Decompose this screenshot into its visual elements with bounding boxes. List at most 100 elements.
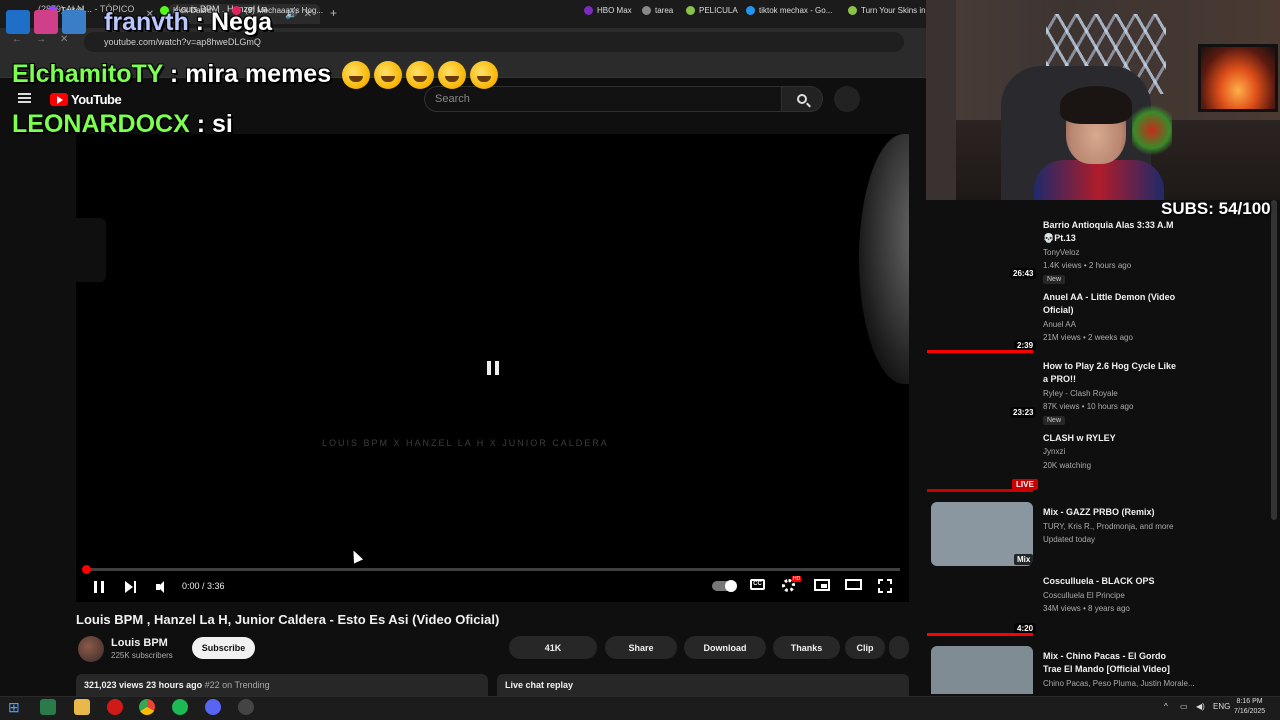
pause-button[interactable] <box>94 580 104 594</box>
back-icon[interactable]: ← <box>12 34 22 45</box>
subscribe-button[interactable]: Subscribe <box>192 637 255 659</box>
thanks-button[interactable]: Thanks <box>773 636 840 659</box>
sidebar-channel[interactable]: Ryley - Clash Royale <box>1043 389 1118 398</box>
chat-message: LEONARDOCX : si <box>12 110 233 138</box>
tray-chevron-icon[interactable]: ^ <box>1164 702 1168 711</box>
reload-icon[interactable]: ✕ <box>60 34 68 45</box>
theater-mode-button[interactable] <box>845 579 862 593</box>
channel-name[interactable]: Louis BPM <box>111 637 168 649</box>
search-input[interactable]: Search <box>424 86 782 112</box>
sidebar-channel[interactable]: TonyVeloz <box>1043 248 1079 257</box>
sidebar-meta: 34M views • 8 years ago <box>1043 604 1130 613</box>
sidebar-channel[interactable]: Cosculluela El Principe <box>1043 591 1125 600</box>
live-chat-replay-button[interactable]: Live chat replay <box>497 674 909 696</box>
app-icon <box>62 10 86 34</box>
youtube-logo-text: YouTube <box>71 92 122 107</box>
spotify-icon[interactable] <box>172 699 188 715</box>
discord-icon[interactable] <box>205 699 221 715</box>
chat-user: LEONARDOCX <box>12 110 190 138</box>
clock-date: 7/16/2025 <box>1234 708 1266 715</box>
sidebar-video-title[interactable]: How to Play 2.6 Hog Cycle Like a PRO!! <box>1043 360 1183 386</box>
clip-button[interactable]: Clip <box>845 636 885 659</box>
sidebar-video-title[interactable]: Mix - GAZZ PRBO (Remix) <box>1043 506 1183 519</box>
pause-indicator-icon <box>487 361 499 375</box>
bookmark-item[interactable]: HBO Max <box>584 6 632 15</box>
next-button[interactable] <box>125 580 137 594</box>
file-explorer-icon[interactable] <box>74 699 90 715</box>
new-tab-icon[interactable]: + <box>330 6 337 20</box>
video-player[interactable]: LOUIS BPM X HANZEL LA H X JUNIOR CALDERA <box>76 134 909 602</box>
time-display: 0:00 / 3:36 <box>182 581 225 591</box>
app-icon[interactable] <box>40 699 56 715</box>
live-chat-label: Live chat replay <box>505 680 574 690</box>
grinning-emoji-icon <box>470 61 499 90</box>
like-button[interactable]: 41K <box>509 636 597 659</box>
fullscreen-button[interactable] <box>878 579 894 593</box>
bookmark-item[interactable]: PELICULA <box>686 6 738 15</box>
video-caption-text: LOUIS BPM X HANZEL LA H X JUNIOR CALDERA <box>322 438 609 448</box>
bookmark-item[interactable]: tarea <box>642 6 673 15</box>
fireplace-screen <box>1198 44 1278 112</box>
share-button[interactable]: Share <box>605 636 677 659</box>
bookmark-label: tarea <box>655 6 674 15</box>
bookmark-icon <box>848 6 857 15</box>
sidebar-video-title[interactable]: Barrio Antioquia Alas 3:33 A.M 💀Pt.13 <box>1043 219 1183 245</box>
next-icon <box>125 581 137 593</box>
chat-message: franvth : Nega <box>104 8 273 36</box>
sidebar-scrollbar[interactable] <box>1271 200 1277 520</box>
search-placeholder: Search <box>435 93 470 105</box>
sidebar-video-title[interactable]: CLASH w RYLEY <box>1043 432 1183 445</box>
sidebar-video-title[interactable]: Mix - Chino Pacas - El Gordo Trae El Man… <box>1043 650 1183 676</box>
sidebar-channel[interactable]: TURY, Kris R., Prodmonja, and more <box>1043 522 1173 531</box>
windows-start-icon[interactable]: ⊞ <box>8 699 24 715</box>
sidebar-channel[interactable]: Jynxzi <box>1043 447 1065 456</box>
recommendations-sidebar <box>926 200 1280 696</box>
laughing-emoji-icon <box>406 61 435 90</box>
chrome-icon[interactable] <box>139 699 155 715</box>
sidebar-video-title[interactable]: Anuel AA - Little Demon (Video Oficial) <box>1043 291 1183 317</box>
channel-avatar[interactable] <box>78 636 104 662</box>
description-box[interactable]: 321,023 views 23 hours ago #22 on Trendi… <box>76 674 488 696</box>
sidebar-channel[interactable]: Anuel AA <box>1043 320 1076 329</box>
video-thumbnail[interactable] <box>4 218 106 282</box>
system-clock[interactable]: 8:16 PM 7/16/2025 <box>1234 697 1265 717</box>
plant <box>1132 100 1172 160</box>
bookmark-item[interactable]: tiktok mechax - Go... <box>746 6 832 15</box>
opera-icon[interactable] <box>107 699 123 715</box>
trending-label: #22 on Trending <box>204 680 270 690</box>
miniplayer-button[interactable] <box>814 579 830 593</box>
chat-user: ElchamitoTY <box>12 60 163 88</box>
download-button[interactable]: Download <box>684 636 766 659</box>
more-actions-button[interactable] <box>889 636 909 659</box>
language-indicator[interactable]: ENG <box>1213 702 1230 711</box>
search-button[interactable] <box>781 86 823 112</box>
bookmark-icon <box>642 6 651 15</box>
bookmark-item[interactable]: Turn Your Skins in <box>848 6 926 15</box>
speaker-icon[interactable]: ◀) <box>1196 702 1205 711</box>
app-icon <box>34 10 58 34</box>
bookmark-icon <box>686 6 695 15</box>
watch-progress-bar <box>927 350 1033 353</box>
sidebar-channel[interactable]: Chino Pacas, Peso Pluma, Justin Morale..… <box>1043 679 1195 688</box>
obs-icon[interactable] <box>238 699 254 715</box>
youtube-logo[interactable]: YouTube <box>50 92 122 107</box>
live-indicator-bar <box>927 489 1033 492</box>
menu-icon[interactable] <box>18 93 31 103</box>
chat-message: ElchamitoTY : mira memes <box>12 60 499 90</box>
video-thumbnail[interactable] <box>931 646 1033 694</box>
sidebar-video-title[interactable]: Cosculluela - BLACK OPS <box>1043 575 1183 588</box>
mute-button[interactable] <box>156 580 170 594</box>
video-title: Louis BPM , Hanzel La H, Junior Caldera … <box>76 612 500 627</box>
scrubber-handle[interactable] <box>82 565 91 574</box>
settings-button[interactable]: HD <box>782 576 802 593</box>
subscriber-count: 225K subscribers <box>111 651 173 660</box>
forward-icon[interactable]: → <box>36 34 46 45</box>
sidebar-meta: 21M views • 2 weeks ago <box>1043 333 1133 342</box>
autoplay-toggle[interactable] <box>712 579 737 593</box>
mix-badge: Mix <box>1014 554 1034 565</box>
captions-button[interactable]: CC <box>750 579 766 593</box>
voice-search-button[interactable] <box>834 86 860 112</box>
network-icon[interactable]: ▭ <box>1180 702 1188 711</box>
bookmark-label: Turn Your Skins in <box>861 6 926 15</box>
progress-bar[interactable] <box>82 565 900 574</box>
